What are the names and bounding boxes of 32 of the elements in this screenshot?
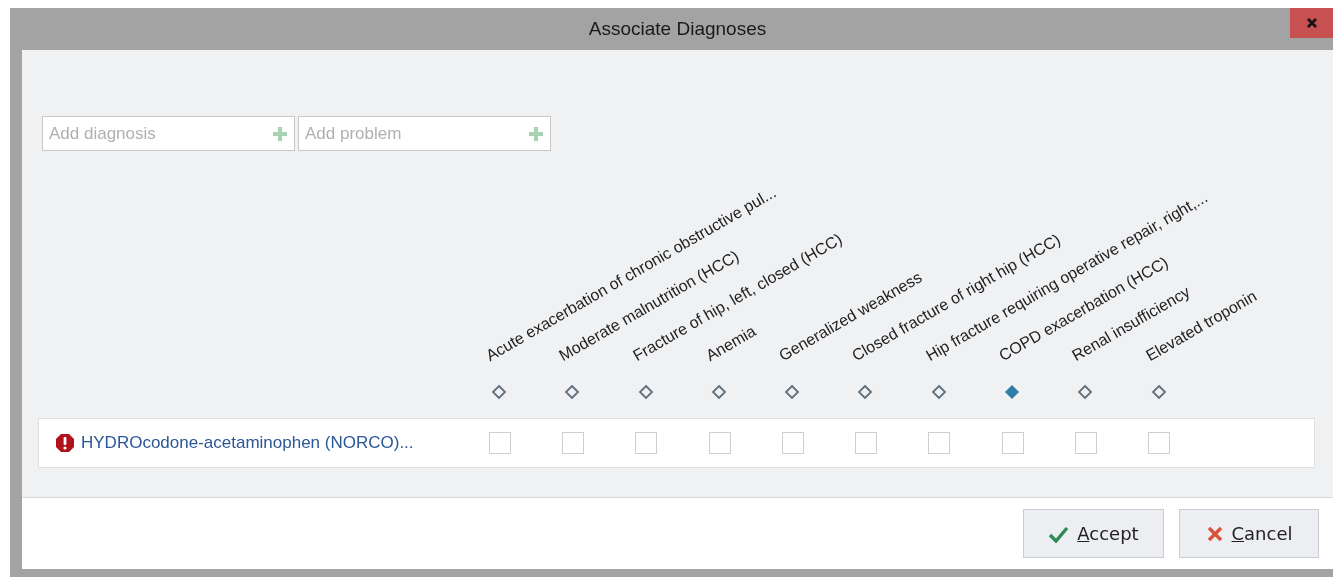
medication-link[interactable]: HYDROcodone-acetaminophen (NORCO)...	[81, 433, 414, 453]
diamond-icon[interactable]	[930, 384, 947, 400]
checkbox[interactable]	[781, 432, 804, 454]
diamond-icon[interactable]	[564, 384, 581, 400]
close-icon	[1305, 17, 1318, 29]
diamond-icon[interactable]	[1004, 384, 1021, 400]
checkbox[interactable]	[561, 432, 584, 454]
diamond-icon[interactable]	[637, 384, 654, 400]
close-icon	[1205, 524, 1224, 543]
input-field[interactable]: Add diagnosis	[42, 116, 295, 151]
checkbox[interactable]	[708, 432, 731, 454]
diamond-icon[interactable]	[491, 384, 507, 400]
diamond-icon[interactable]	[784, 384, 801, 400]
diamond-icon[interactable]	[857, 384, 874, 400]
diamond-icon[interactable]	[1077, 384, 1094, 400]
diamond-icon[interactable]	[1150, 384, 1167, 400]
input-field[interactable]: Add problem	[298, 116, 551, 151]
check-icon	[1048, 524, 1070, 543]
checkbox[interactable]	[928, 432, 951, 454]
checkbox[interactable]	[855, 432, 878, 454]
diamond-icon[interactable]	[710, 384, 727, 400]
checkbox[interactable]	[1001, 432, 1024, 454]
checkbox[interactable]	[635, 432, 658, 454]
cancel-button[interactable]: Cancel	[1179, 509, 1319, 558]
close-button[interactable]	[1290, 8, 1333, 38]
checkbox[interactable]	[1075, 432, 1097, 454]
accept-button[interactable]: Accept	[1023, 509, 1164, 558]
checkbox[interactable]	[1148, 432, 1171, 454]
checkbox[interactable]	[488, 432, 511, 454]
plus-icon[interactable]	[272, 126, 288, 142]
window-title: Associate Diagnoses	[588, 18, 767, 40]
plus-icon[interactable]	[528, 126, 544, 142]
